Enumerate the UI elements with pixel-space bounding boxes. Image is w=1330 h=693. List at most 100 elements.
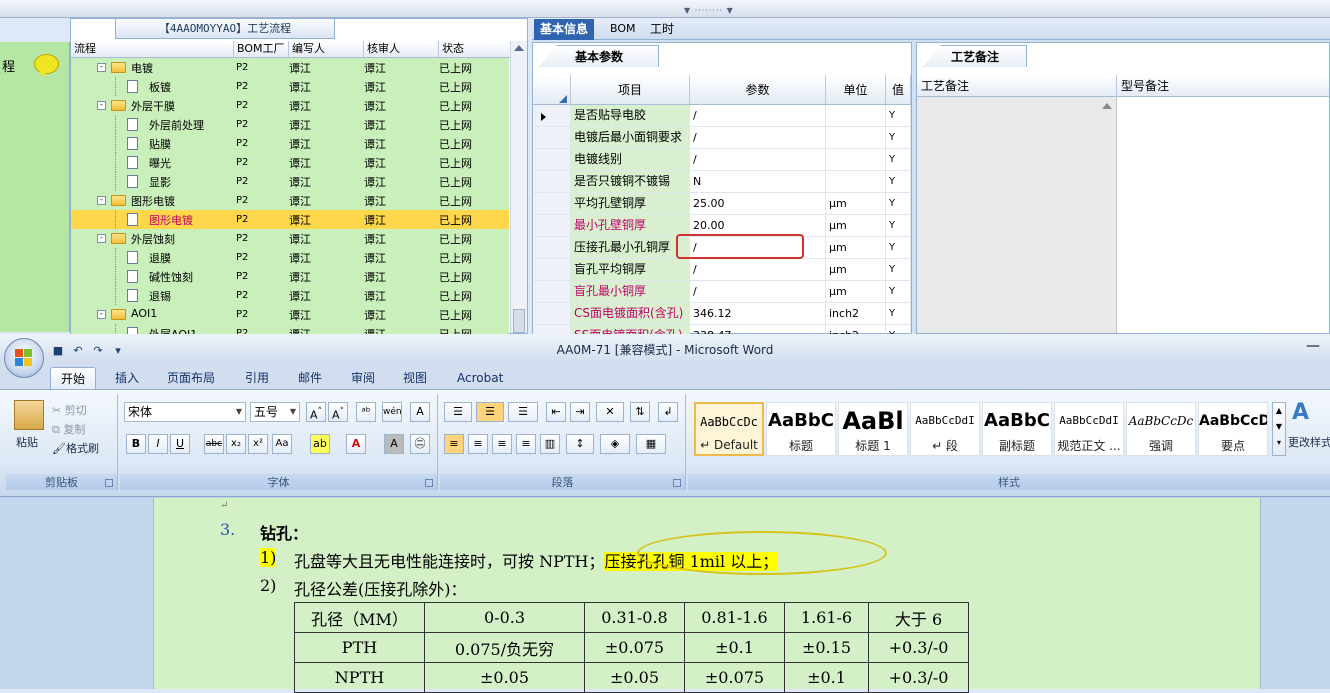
col-unit[interactable]: 单位 <box>826 75 886 104</box>
param-row[interactable]: 是否只镀铜不镀锡 N Y <box>533 171 911 193</box>
param-value-cell[interactable]: / <box>690 149 826 170</box>
char-border-icon[interactable]: A <box>410 402 430 422</box>
style-item[interactable]: AaBbC 副标题 <box>982 402 1052 456</box>
paste-button[interactable]: 粘贴 <box>16 434 38 450</box>
tab-home[interactable]: 开始 <box>50 367 97 389</box>
table-cell[interactable]: 0.81-1.6 <box>684 602 785 633</box>
numbering-icon[interactable]: ☰ <box>476 402 504 422</box>
col-param[interactable]: 参数 <box>690 75 826 104</box>
document-page[interactable]: ↵ 3. 钻孔： 1) 孔盘等大且无电性能连接时，可按 NPTH；压接孔孔铜 1… <box>153 498 1261 693</box>
tab-review[interactable]: 审阅 <box>351 367 375 389</box>
table-cell[interactable]: ±0.15 <box>784 632 869 663</box>
param-value-cell[interactable]: / <box>690 281 826 302</box>
tree-row[interactable]: 板镀 P2 谭江 谭江 已上网 <box>71 77 509 96</box>
change-case-icon[interactable]: Aa <box>272 434 292 454</box>
collapse-icon[interactable]: - <box>97 310 106 319</box>
table-cell[interactable]: ±0.075 <box>584 632 685 663</box>
tree-node[interactable]: 退膜 <box>71 248 234 267</box>
tree-node[interactable]: 曝光 <box>71 153 234 172</box>
tree-row[interactable]: 外层AOI1P2谭江谭江已上网 <box>71 324 509 334</box>
row-indicator[interactable] <box>533 259 571 280</box>
tree-row[interactable]: - 电镀 P2 谭江 谭江 已上网 <box>71 58 509 77</box>
font-color-icon[interactable]: A <box>346 434 366 454</box>
style-item[interactable]: AaBbCcDdI ↵ 段 <box>910 402 980 456</box>
paste-icon[interactable] <box>14 400 44 430</box>
clipboard-launcher-icon[interactable] <box>105 479 113 487</box>
tree-col-reviewer[interactable]: 核审人 <box>364 41 439 57</box>
char-shading-icon[interactable]: A <box>384 434 404 454</box>
table-cell[interactable]: 0.31-0.8 <box>584 602 685 633</box>
strikethrough-icon[interactable]: abc <box>204 434 224 454</box>
tree-node[interactable]: - 外层蚀刻 <box>71 229 234 248</box>
underline-icon[interactable]: U <box>170 434 190 454</box>
scroll-up-icon[interactable] <box>514 45 524 51</box>
tree-row[interactable]: 图形电镀 P2 谭江 谭江 已上网 <box>71 210 509 229</box>
highlight-icon[interactable]: ab <box>310 434 330 454</box>
tab-bom[interactable]: BOM <box>604 19 642 40</box>
font-size-combo[interactable]: 五号 ▼ <box>250 402 300 422</box>
tree-row[interactable]: 退锡 P2 谭江 谭江 已上网 <box>71 286 509 305</box>
splitter-grip-icon[interactable]: ▼ ········ ▼ <box>684 6 734 15</box>
scroll-up-icon[interactable] <box>1102 103 1112 109</box>
tree-col-process[interactable]: 流程 <box>71 41 234 57</box>
align-center-icon[interactable]: ≡ <box>468 434 488 454</box>
tree-node[interactable]: - 外层干膜 <box>71 96 234 115</box>
table-cell[interactable]: NPTH <box>294 662 425 693</box>
param-row[interactable]: 盲孔平均铜厚 / μm Y <box>533 259 911 281</box>
style-item[interactable]: AaBbCcDdI 规范正文 ... <box>1054 402 1124 456</box>
table-cell[interactable]: 大于 6 <box>868 602 969 633</box>
tree-col-status[interactable]: 状态 <box>439 41 511 57</box>
collapse-icon[interactable]: - <box>97 63 106 72</box>
justify-icon[interactable]: ≡ <box>516 434 536 454</box>
align-right-icon[interactable]: ≡ <box>492 434 512 454</box>
table-cell[interactable]: 0-0.3 <box>424 602 585 633</box>
multilevel-list-icon[interactable]: ☰ <box>508 402 538 422</box>
style-item[interactable]: AaBl 标题 1 <box>838 402 908 456</box>
minimize-icon[interactable]: — <box>1306 338 1320 354</box>
tree-scrollbar[interactable] <box>510 41 527 333</box>
col-model-note[interactable]: 型号备注 <box>1117 75 1169 97</box>
col-value[interactable]: 值 <box>886 75 911 104</box>
col-item[interactable]: 项目 <box>571 75 690 104</box>
office-button[interactable] <box>4 338 44 378</box>
sort-icon[interactable]: ⇅ <box>630 402 650 422</box>
table-cell[interactable]: 1.61-6 <box>784 602 869 633</box>
font-name-combo[interactable]: 宋体 ▼ <box>124 402 246 422</box>
change-styles-button[interactable]: 更改样式 <box>1288 434 1330 450</box>
table-cell[interactable]: ±0.1 <box>784 662 869 693</box>
cut-button[interactable]: ✂ 剪切 <box>52 402 87 418</box>
enclose-char-icon[interactable]: ㊁ <box>410 434 430 454</box>
row-indicator[interactable] <box>533 149 571 170</box>
tree-node[interactable]: 贴膜 <box>71 134 234 153</box>
style-item[interactable]: AaBbCcDc ↵ Default <box>694 402 764 456</box>
param-row[interactable]: 电镀后最小面铜要求 / Y <box>533 127 911 149</box>
row-indicator[interactable] <box>533 193 571 214</box>
tree-row[interactable]: 贴膜 P2 谭江 谭江 已上网 <box>71 134 509 153</box>
align-left-icon[interactable]: ≡ <box>444 434 464 454</box>
tab-references[interactable]: 引用 <box>245 367 269 389</box>
show-marks-icon[interactable]: ↲ <box>658 402 678 422</box>
tab-work-hours[interactable]: 工时 <box>644 19 680 40</box>
param-value-cell[interactable]: 346.12 <box>690 303 826 324</box>
borders-icon[interactable]: ▦ <box>636 434 666 454</box>
param-value-cell[interactable]: / <box>690 105 826 126</box>
tree-row[interactable]: 曝光 P2 谭江 谭江 已上网 <box>71 153 509 172</box>
distributed-icon[interactable]: ▥ <box>540 434 560 454</box>
row-indicator[interactable] <box>533 105 571 126</box>
tree-row[interactable]: 退膜 P2 谭江 谭江 已上网 <box>71 248 509 267</box>
paragraph-launcher-icon[interactable] <box>673 479 681 487</box>
style-item[interactable]: AaBbCcD 要点 <box>1198 402 1268 456</box>
chinese-layout-icon[interactable]: ✕ <box>596 402 624 422</box>
italic-icon[interactable]: I <box>148 434 168 454</box>
row-indicator[interactable] <box>533 215 571 236</box>
collapse-icon[interactable]: - <box>97 234 106 243</box>
superscript-icon[interactable]: x² <box>248 434 268 454</box>
tree-row[interactable]: - 外层蚀刻 P2 谭江 谭江 已上网 <box>71 229 509 248</box>
param-value-cell[interactable]: / <box>690 259 826 280</box>
table-cell[interactable]: ±0.075 <box>684 662 785 693</box>
param-row[interactable]: 电镀线别 / Y <box>533 149 911 171</box>
col-process-note[interactable]: 工艺备注 <box>917 75 1117 97</box>
document-area[interactable]: ↵ 3. 钻孔： 1) 孔盘等大且无电性能连接时，可按 NPTH；压接孔孔铜 1… <box>0 498 1330 693</box>
tree-col-factory[interactable]: BOM工厂 <box>234 41 289 57</box>
tab-view[interactable]: 视图 <box>403 367 427 389</box>
